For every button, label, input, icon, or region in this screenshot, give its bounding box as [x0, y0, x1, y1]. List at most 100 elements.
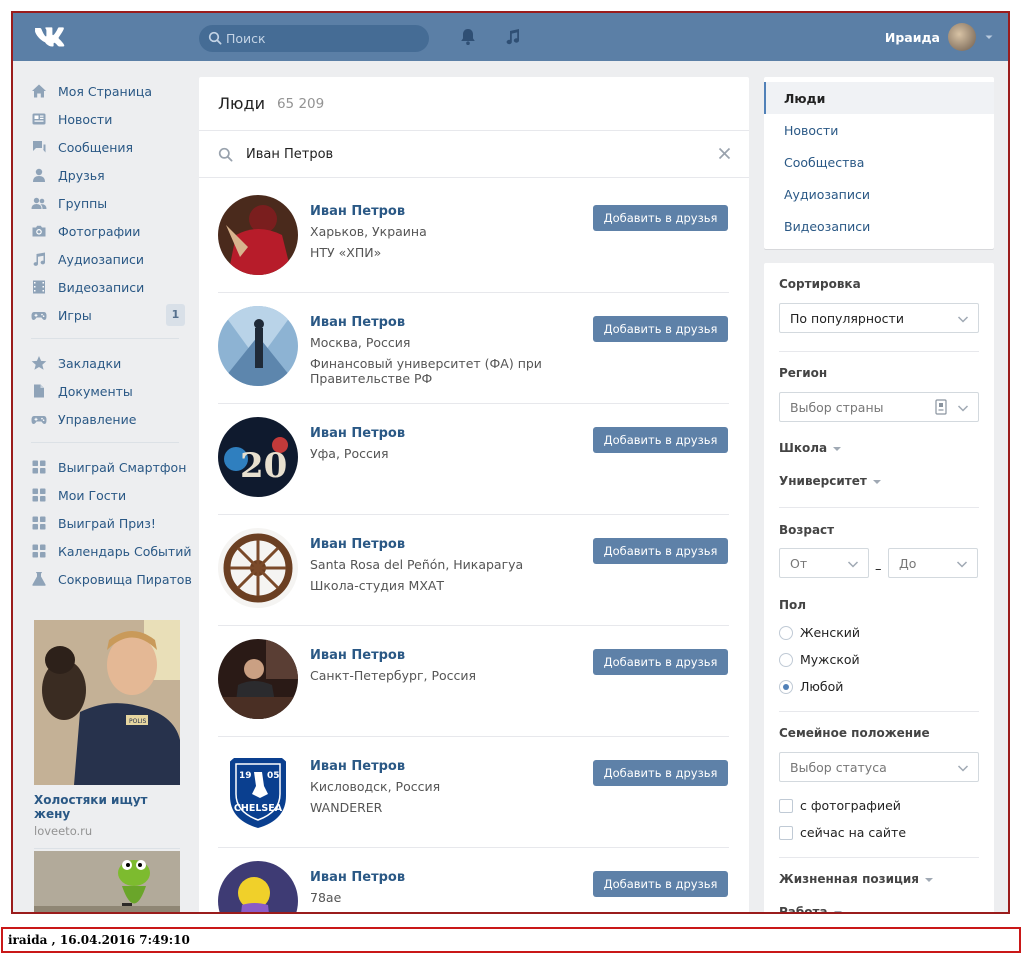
tab-section[interactable]: Новости: [764, 114, 994, 146]
ad-url[interactable]: loveeto.ru: [34, 824, 180, 838]
global-search-input[interactable]: [226, 25, 421, 52]
search-sections: Люди Новости Сообщества Аудиозаписи Видеозап…: [764, 77, 994, 249]
vk-logo[interactable]: [33, 25, 67, 49]
sidebar-item[interactable]: Закладки: [31, 349, 183, 377]
avatar[interactable]: [218, 306, 298, 386]
radio-button[interactable]: [779, 652, 793, 667]
work-toggle[interactable]: Работа: [779, 905, 842, 914]
radio-button[interactable]: [779, 625, 793, 640]
sidebar-item[interactable]: Управление: [31, 405, 183, 433]
add-friend-button[interactable]: Добавить в друзья: [593, 427, 728, 453]
music-note-icon[interactable]: [502, 26, 524, 48]
sex-radio-option[interactable]: Женский: [779, 625, 860, 640]
tab-section[interactable]: Сообщества: [764, 146, 994, 178]
person-name-link[interactable]: Иван Петров: [310, 759, 405, 774]
add-friend-button[interactable]: Добавить в друзья: [593, 316, 728, 342]
country-list-icon[interactable]: [935, 399, 947, 415]
checkbox-box[interactable]: [779, 798, 793, 813]
with-photo-checkbox[interactable]: с фотографией: [779, 798, 901, 813]
add-friend-button[interactable]: Добавить в друзья: [593, 649, 728, 675]
avatar[interactable]: 20: [218, 417, 298, 497]
add-friend-button[interactable]: Добавить в друзья: [593, 871, 728, 897]
sidebar-item[interactable]: Фотографии: [31, 217, 183, 245]
sidebar-item[interactable]: Новости: [31, 105, 183, 133]
sidebar-item-label: Аудиозаписи: [58, 251, 144, 267]
people-search-row[interactable]: [199, 131, 749, 178]
apps-icon: [31, 459, 47, 475]
person-name-link[interactable]: Иван Петров: [310, 648, 405, 663]
avatar[interactable]: [218, 528, 298, 608]
person-name-link[interactable]: Иван Петров: [310, 870, 405, 885]
region-select[interactable]: Выбор страны: [779, 392, 979, 422]
ad-block[interactable]: POLIS Холостяки ищут жену loveeto.ru: [34, 620, 180, 849]
avatar[interactable]: [218, 861, 298, 912]
person-name-link[interactable]: Иван Петров: [310, 204, 405, 219]
sidebar-item-label: Фотографии: [58, 223, 141, 239]
add-friend-button[interactable]: Добавить в друзья: [593, 205, 728, 231]
person-name-link[interactable]: Иван Петров: [310, 426, 405, 441]
sidebar-item-label: Выиграй Приз!: [58, 515, 156, 531]
close-icon[interactable]: [718, 147, 731, 160]
tab-section[interactable]: Видеозаписи: [764, 210, 994, 242]
radio-button[interactable]: [779, 679, 793, 694]
person-name-link[interactable]: Иван Петров: [310, 315, 405, 330]
chevron-down-icon: [957, 765, 969, 772]
sex-option-label: Мужской: [800, 652, 860, 667]
user-name: Ираида: [884, 29, 940, 45]
avatar[interactable]: [218, 195, 298, 275]
checkbox-box[interactable]: [779, 825, 793, 840]
sidebar-item[interactable]: Выиграй Смартфон: [31, 453, 186, 481]
bell-icon[interactable]: [457, 26, 479, 48]
sidebar-item[interactable]: Сокровища Пиратов: [31, 565, 192, 593]
chevron-down-icon: [956, 561, 968, 568]
sidebar-item[interactable]: Аудиозаписи: [31, 245, 183, 273]
sidebar-item[interactable]: Календарь Событий: [31, 537, 191, 565]
chevron-down-icon: [957, 316, 969, 323]
school-toggle[interactable]: Школа: [779, 441, 842, 455]
gamepad-icon: [31, 411, 47, 427]
filter-divider: [779, 351, 979, 352]
global-search[interactable]: [199, 25, 429, 52]
sex-radio-option[interactable]: Любой: [779, 679, 843, 694]
work-label: Работа: [779, 905, 828, 914]
people-search-input[interactable]: [246, 131, 706, 177]
user-menu[interactable]: Ираида: [885, 21, 994, 53]
ad-image[interactable]: POLIS: [34, 620, 180, 785]
people-search-card: Люди 65 209 Иван Петров Харьков, Украина Н…: [199, 77, 749, 912]
person-name-link[interactable]: Иван Петров: [310, 537, 405, 552]
sidebar-item[interactable]: Сообщения: [31, 133, 183, 161]
sidebar-item[interactable]: Выиграй Приз!: [31, 509, 183, 537]
sidebar-item[interactable]: Мои Гости: [31, 481, 183, 509]
tab-section[interactable]: Аудиозаписи: [764, 178, 994, 210]
add-friend-button[interactable]: Добавить в друзья: [593, 760, 728, 786]
ad-title[interactable]: Холостяки ищут жену: [34, 793, 180, 821]
sidebar-item[interactable]: Друзья: [31, 161, 183, 189]
age-from-select[interactable]: От: [779, 548, 869, 578]
tab-section[interactable]: Люди: [764, 82, 994, 114]
avatar[interactable]: 19 05 CHELSEA: [218, 750, 298, 830]
add-friend-button[interactable]: Добавить в друзья: [593, 538, 728, 564]
ad-photo-illustration: POLIS: [34, 620, 180, 785]
sidebar-divider: [31, 442, 179, 443]
sidebar-item[interactable]: Видеозаписи: [31, 273, 183, 301]
age-to-select[interactable]: До: [888, 548, 978, 578]
life-position-toggle[interactable]: Жизненная позиция: [779, 872, 933, 886]
sidebar-item[interactable]: Игры 1: [31, 301, 185, 329]
avatar[interactable]: [218, 639, 298, 719]
marital-select[interactable]: Выбор статуса: [779, 752, 979, 782]
person-education: Школа-студия МХАТ: [310, 578, 445, 593]
person-location: Харьков, Украина: [310, 224, 427, 239]
sex-label: Пол: [779, 598, 807, 612]
age-to-value: До: [899, 555, 917, 571]
university-toggle[interactable]: Университет: [779, 474, 881, 488]
sidebar-item-label: Сокровища Пиратов: [58, 571, 192, 587]
chevron-down-icon: [957, 405, 969, 412]
star-icon: [31, 355, 47, 371]
sort-select[interactable]: По популярности: [779, 303, 979, 333]
sidebar-item[interactable]: Документы: [31, 377, 183, 405]
sidebar-item[interactable]: Моя Страница: [31, 77, 183, 105]
online-now-checkbox[interactable]: сейчас на сайте: [779, 825, 906, 840]
ad-image-second[interactable]: [34, 851, 180, 912]
sidebar-item[interactable]: Группы: [31, 189, 183, 217]
sex-radio-option[interactable]: Мужской: [779, 652, 860, 667]
